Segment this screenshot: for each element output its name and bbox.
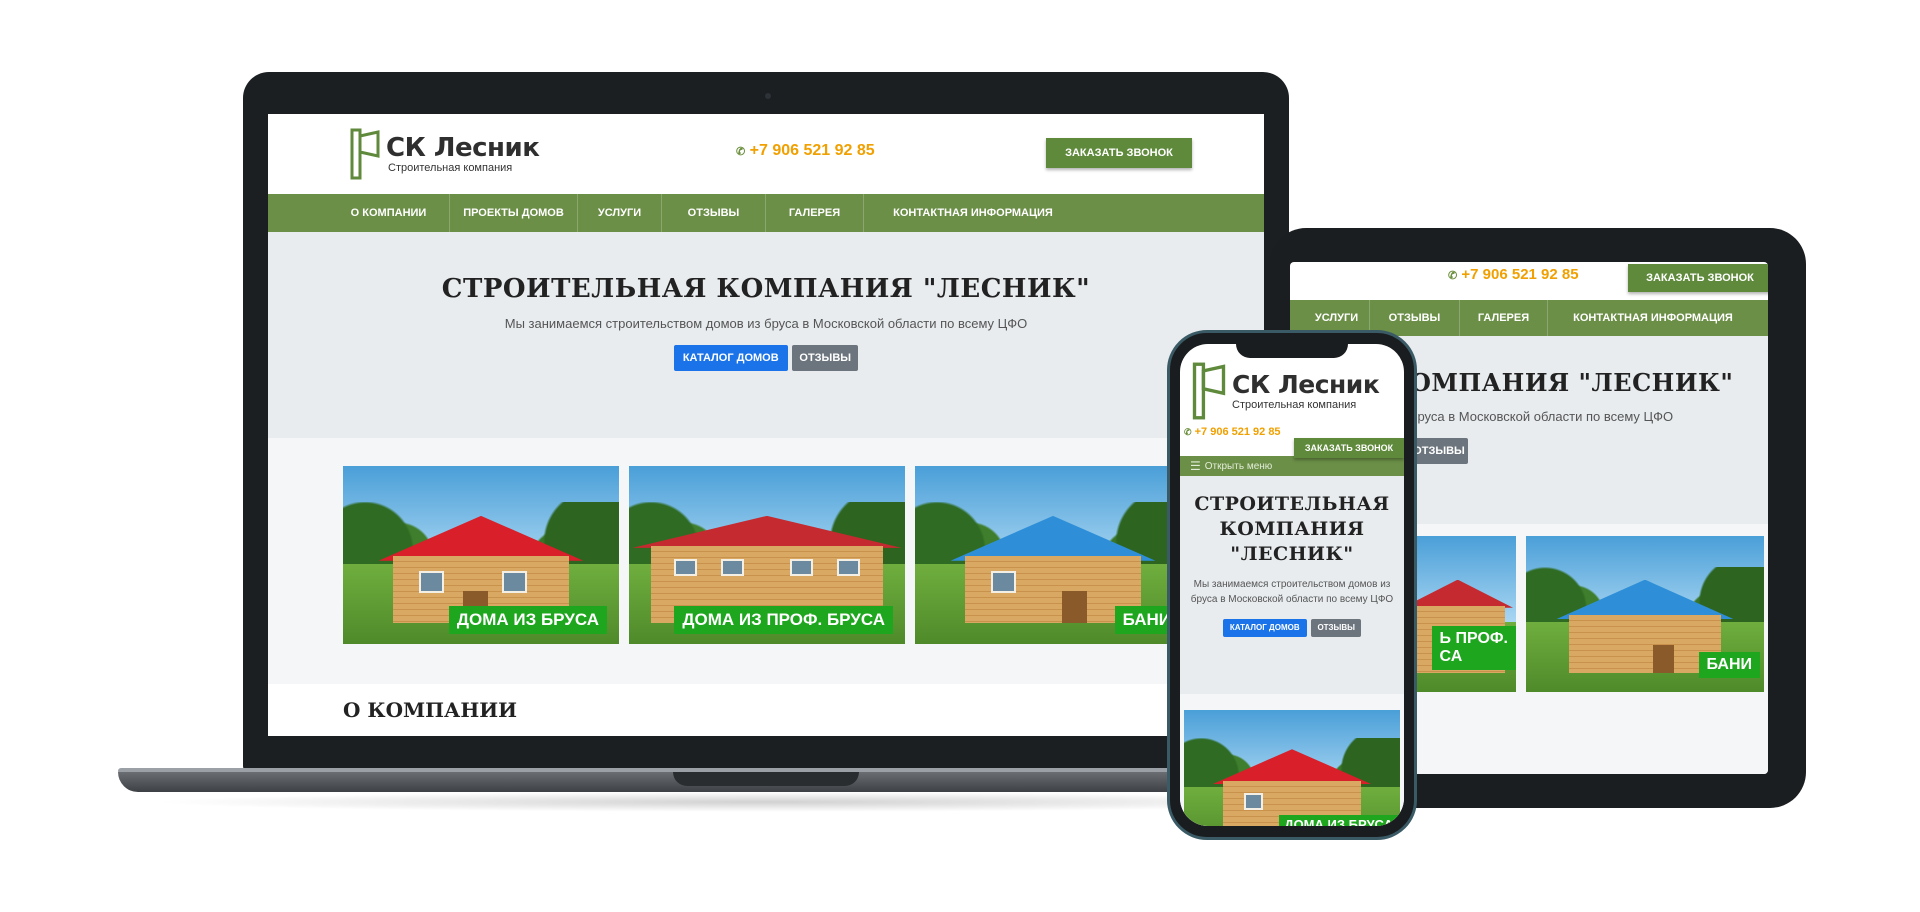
catalog-button[interactable]: КАТАЛОГ ДОМОВ xyxy=(1222,618,1307,637)
house-roof xyxy=(378,515,584,561)
tablet-phone[interactable]: ✆ +7 906 521 92 85 xyxy=(1448,266,1579,283)
phone-contact-row: ✆ +7 906 521 92 85 ЗАКАЗАТЬ ЗВОНОК xyxy=(1180,408,1404,458)
house-window xyxy=(502,571,527,593)
card-label: ДОМА ИЗ БРУСА xyxy=(1279,815,1398,826)
main-nav: О КОМПАНИИ ПРОЕКТЫ ДОМОВ УСЛУГИ ОТЗЫВЫ Г… xyxy=(268,194,1264,232)
house-window xyxy=(419,571,444,593)
tablet-order-call-button[interactable]: ЗАКАЗАТЬ ЗВОНОК xyxy=(1628,264,1768,292)
card-label: БАНИ xyxy=(1698,652,1760,678)
card-bathhouses[interactable]: БАНИ xyxy=(1526,536,1764,692)
card-timber-houses[interactable]: ДОМА ИЗ БРУСА xyxy=(343,466,619,644)
house-window xyxy=(674,558,698,576)
house-roof xyxy=(950,515,1156,561)
phone-cards: ДОМА ИЗ БРУСА xyxy=(1180,694,1404,826)
house-window xyxy=(836,558,860,576)
logo-title: СК Лесник xyxy=(1232,370,1380,399)
phone-icon: ✆ xyxy=(736,146,746,158)
reviews-button[interactable]: ОТЗЫВЫ xyxy=(1410,438,1468,464)
reviews-button[interactable]: ОТЗЫВЫ xyxy=(792,345,859,371)
menu-toggle-label: Открыть меню xyxy=(1204,460,1273,472)
nav-item-about[interactable]: О КОМПАНИИ xyxy=(328,194,450,232)
reviews-button[interactable]: ОТЗЫВЫ xyxy=(1311,618,1362,637)
logo-subtitle: Строительная компания xyxy=(388,162,513,174)
house-window xyxy=(1243,792,1263,810)
hero-title: ОМПАНИЯ "ЛЕСНИК" xyxy=(1410,368,1734,397)
hero-text: бруса в Московской области по всему ЦФО xyxy=(1410,409,1674,424)
logo-title: СК Лесник xyxy=(386,133,540,163)
nav-item-contacts[interactable]: КОНТАКТНАЯ ИНФОРМАЦИЯ xyxy=(864,194,1082,232)
house-roof xyxy=(632,515,902,548)
hero-text: Мы занимаемся строительством домов из бр… xyxy=(1190,579,1394,605)
section-title: О КОМПАНИИ xyxy=(343,698,518,722)
hamburger-menu-icon[interactable]: ☰ xyxy=(1190,459,1201,473)
logo[interactable]: СК Лесник Строительная компания xyxy=(348,128,540,180)
hero: СТРОИТЕЛЬНАЯ КОМПАНИЯ "ЛЕСНИК" Мы занима… xyxy=(268,232,1264,438)
about-section: О КОМПАНИИ xyxy=(268,684,1264,722)
house-door xyxy=(1061,590,1087,623)
device-mockup-stage: СК Лесник Строительная компания ✆ +7 906… xyxy=(0,0,1920,912)
card-label: ДОМА ИЗ ПРОФ. БРУСА xyxy=(674,606,893,634)
phone-order-call-button[interactable]: ЗАКАЗАТЬ ЗВОНОК xyxy=(1294,438,1404,458)
header-phone[interactable]: ✆ +7 906 521 92 85 xyxy=(736,142,875,160)
nav-item-services[interactable]: УСЛУГИ xyxy=(578,194,662,232)
laptop-screen: СК Лесник Строительная компания ✆ +7 906… xyxy=(268,114,1264,736)
catalog-button[interactable]: КАТАЛОГ ДОМОВ xyxy=(673,345,788,371)
card-bathhouses[interactable]: БАНИ xyxy=(915,466,1191,644)
nav-item-reviews[interactable]: ОТЗЫВЫ xyxy=(662,194,766,232)
phone-number: +7 906 521 92 85 xyxy=(1194,426,1281,438)
phone-number: +7 906 521 92 85 xyxy=(749,142,875,159)
house-window xyxy=(991,571,1016,593)
house-roof xyxy=(1410,579,1514,608)
site-header: СК Лесник Строительная компания ✆ +7 906… xyxy=(268,114,1264,194)
card-label: ДОМА ИЗ БРУСА xyxy=(448,606,607,634)
house-roof xyxy=(1556,579,1734,619)
nav-item-gallery[interactable]: ГАЛЕРЕЯ xyxy=(766,194,864,232)
nav-item-gallery[interactable]: ГАЛЕРЕЯ xyxy=(1460,300,1548,336)
house-window xyxy=(720,558,744,576)
laptop-camera xyxy=(765,93,771,99)
card-timber-houses[interactable]: ДОМА ИЗ БРУСА xyxy=(1184,710,1400,826)
hero-title: СТРОИТЕЛЬНАЯ КОМПАНИЯ "ЛЕСНИК" xyxy=(441,274,1091,304)
house-window xyxy=(790,558,814,576)
axe-logo-icon xyxy=(350,128,380,180)
hero-text: Мы занимаемся строительством домов из бр… xyxy=(504,316,1028,331)
phone-icon: ✆ xyxy=(1184,427,1192,437)
tablet-header: ✆ +7 906 521 92 85 ЗАКАЗАТЬ ЗВОНОК xyxy=(1290,262,1768,300)
card-profiled-timber-houses[interactable]: ДОМА ИЗ ПРОФ. БРУСА xyxy=(629,466,905,644)
phone-number-link[interactable]: ✆ +7 906 521 92 85 xyxy=(1184,426,1281,438)
order-call-button[interactable]: ЗАКАЗАТЬ ЗВОНОК xyxy=(1046,138,1192,168)
card-profiled-timber-houses[interactable]: Ь ПРОФ. СА xyxy=(1410,536,1516,692)
phone-menu-bar[interactable]: ☰ Открыть меню xyxy=(1180,456,1404,476)
phone-screen: СК Лесник Строительная компания ✆ +7 906… xyxy=(1180,344,1404,826)
nav-item-contacts[interactable]: КОНТАКТНАЯ ИНФОРМАЦИЯ xyxy=(1548,300,1758,336)
phone-hero: СТРОИТЕЛЬНАЯ КОМПАНИЯ "ЛЕСНИК" Мы занима… xyxy=(1180,476,1404,694)
catalog-cards: ДОМА ИЗ БРУСА ДОМА ИЗ ПРОФ. БРУСА БАНИ xyxy=(268,438,1264,684)
hero-title: СТРОИТЕЛЬНАЯ КОМПАНИЯ "ЛЕСНИК" xyxy=(1194,493,1390,565)
laptop-notch xyxy=(673,772,859,786)
nav-item-projects[interactable]: ПРОЕКТЫ ДОМОВ xyxy=(450,194,578,232)
phone-icon: ✆ xyxy=(1448,270,1458,282)
phone-number: +7 906 521 92 85 xyxy=(1461,266,1579,283)
card-label: Ь ПРОФ. СА xyxy=(1431,626,1516,670)
house-roof xyxy=(1211,749,1373,785)
phone-notch xyxy=(1236,336,1348,358)
house-door xyxy=(1652,645,1674,674)
